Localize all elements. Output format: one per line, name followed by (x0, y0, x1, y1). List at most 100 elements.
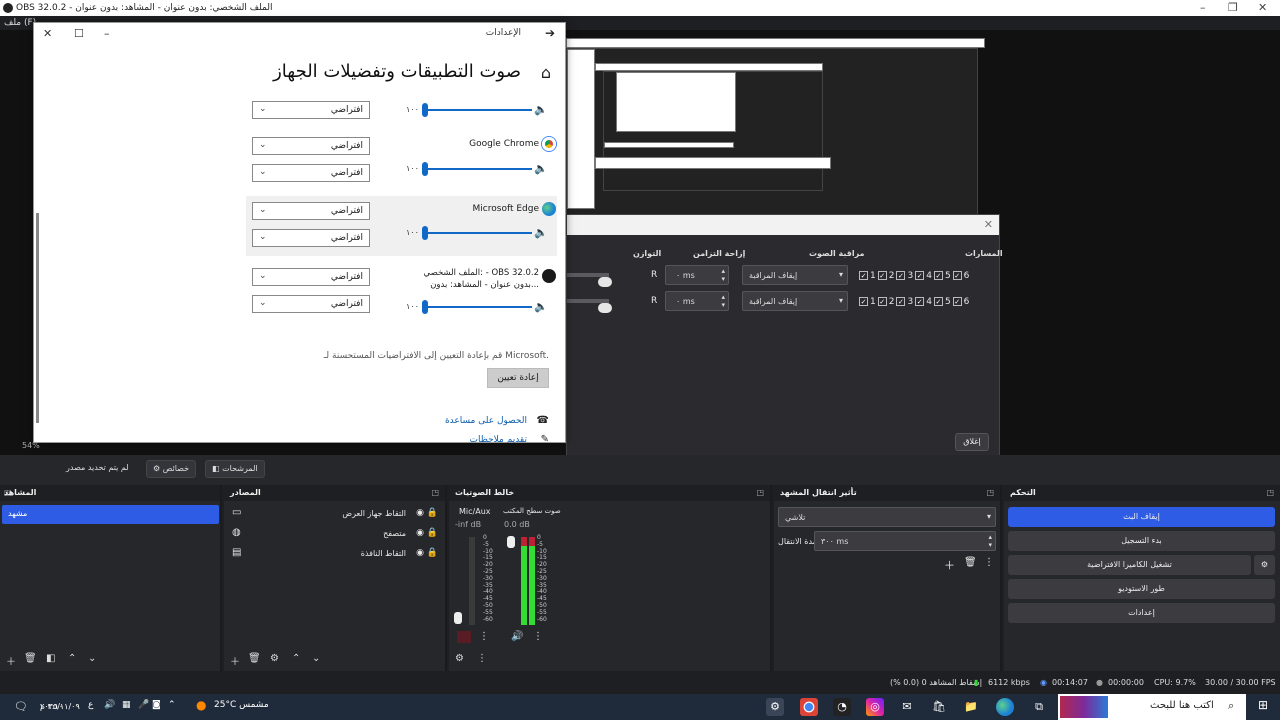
gear-icon[interactable]: ⚙ (455, 653, 464, 664)
arrow-up-icon[interactable]: ⌃ (292, 653, 300, 664)
track-checkboxes[interactable]: ✓ 1 ✓ 2 ✓ 3 ✓ 4 ✓ 5 ✓ 6 (857, 271, 969, 281)
lock-icon[interactable]: 🔒 (427, 528, 438, 538)
chrome-icon[interactable] (800, 698, 818, 716)
trash-icon[interactable]: 🗑 (964, 557, 977, 568)
volume-slider[interactable]: ١٠٠ 🔈 (406, 103, 548, 117)
arrow-down-icon[interactable]: ⌄ (312, 653, 320, 664)
output-device-select[interactable]: افتراضي ⌄ (252, 268, 370, 286)
mute-icon[interactable] (457, 631, 471, 643)
kebab-menu-icon[interactable]: ⋮ (479, 631, 489, 642)
properties-button[interactable]: ⚙ خصائص (146, 460, 197, 478)
volume-slider[interactable]: ١٠٠ 🔈 (406, 162, 548, 176)
close-icon[interactable]: ✕ (1258, 1, 1267, 14)
kebab-menu-icon[interactable]: ⋮ (533, 631, 543, 642)
balance-handle[interactable] (598, 277, 612, 287)
taskbar-search[interactable]: اكتب هنا للبحث ⌕ (1058, 694, 1246, 720)
close-icon[interactable]: ✕ (984, 218, 993, 231)
kebab-menu-icon[interactable]: ⋮ (984, 557, 994, 568)
windows-start-icon[interactable]: ⊞ (1258, 698, 1268, 712)
output-device-select[interactable]: افتراضي ⌄ (252, 101, 370, 119)
balance-slider[interactable] (567, 273, 612, 287)
add-icon[interactable]: ＋ (230, 653, 240, 668)
volume-slider[interactable]: ١٠٠ 🔈 (406, 226, 548, 240)
balance-handle[interactable] (598, 303, 612, 313)
start-recording-button[interactable]: بدء التسجيل (1008, 531, 1275, 551)
language-indicator[interactable]: ع (88, 700, 93, 710)
source-item[interactable]: ▤ التقاط النافذة ◉ 🔒 (232, 547, 442, 563)
monitoring-select[interactable]: إيقاف المراقبة ▾ (742, 265, 848, 285)
eye-icon[interactable]: ◉ (416, 508, 424, 518)
add-icon[interactable]: ＋ (944, 557, 955, 573)
input-device-select[interactable]: افتراضي ⌄ (252, 229, 370, 247)
mic-volume-fader[interactable] (454, 612, 462, 624)
track-checkboxes[interactable]: ✓ 1 ✓ 2 ✓ 3 ✓ 4 ✓ 5 ✓ 6 (857, 297, 969, 307)
output-device-select[interactable]: افتراضي ⌄ (252, 137, 370, 155)
instagram-icon[interactable]: ◎ (866, 698, 884, 716)
stop-streaming-button[interactable]: إيقاف البث (1008, 507, 1275, 527)
studio-mode-button[interactable]: طور الاستوديو (1008, 579, 1275, 599)
network-icon[interactable]: ▦ (122, 700, 131, 710)
scrollbar[interactable] (36, 213, 39, 423)
reset-button[interactable]: إعادة تعيين (487, 368, 549, 388)
float-icon[interactable]: ◳ (431, 488, 439, 497)
arrow-down-icon[interactable]: ⌄ (88, 653, 96, 664)
maximize-icon[interactable]: ❐ (1228, 1, 1238, 14)
sync-offset-spinbox[interactable]: ٠ ms ▴ ▾ (665, 291, 729, 311)
balance-slider[interactable] (567, 299, 612, 313)
volume-slider[interactable]: ١٠٠ 🔈 (406, 300, 548, 314)
folder-icon[interactable]: 📁 (962, 698, 980, 716)
home-icon[interactable]: ⌂ (541, 63, 551, 82)
monitoring-select[interactable]: إيقاف المراقبة ▾ (742, 291, 848, 311)
back-arrow-icon[interactable]: ➔ (545, 26, 555, 40)
float-icon[interactable]: ◳ (1266, 488, 1274, 497)
input-device-select[interactable]: افتراضي ⌄ (252, 295, 370, 313)
scene-item[interactable]: مشهد (2, 505, 219, 524)
float-icon[interactable]: ◳ (756, 488, 764, 497)
virtual-camera-button[interactable]: تشغيل الكاميرا الافتراضية (1008, 555, 1251, 575)
obs-icon[interactable]: ◔ (833, 698, 851, 716)
input-device-select[interactable]: افتراضي ⌄ (252, 164, 370, 182)
menu-file[interactable]: ملف (F) (4, 18, 36, 28)
source-item[interactable]: ▭ التقاط جهاز العرض ◉ 🔒 (232, 507, 442, 523)
help-link[interactable]: الحصول على مساعدة (445, 416, 527, 426)
source-item[interactable]: ◍ متصفح ◉ 🔒 (232, 527, 442, 543)
desktop-volume-fader[interactable] (507, 536, 515, 548)
speaker-icon[interactable]: 🔊 (511, 631, 523, 642)
task-view-icon[interactable]: ⧉ (1030, 698, 1048, 716)
microphone-icon[interactable]: 🎤 (138, 700, 149, 710)
eye-icon[interactable]: ◉ (416, 528, 424, 538)
transition-select[interactable]: تلاشي ▾ (778, 507, 996, 527)
arrow-up-icon[interactable]: ⌃ (68, 653, 76, 664)
virtual-camera-settings-button[interactable]: ⚙ (1254, 555, 1275, 575)
notifications-icon[interactable]: 🗨 (14, 700, 28, 713)
lock-icon[interactable]: 🔒 (427, 548, 438, 558)
lock-icon[interactable]: 🔒 (427, 508, 438, 518)
eye-icon[interactable]: ◉ (416, 548, 424, 558)
camera-icon[interactable]: ◙ (152, 700, 161, 710)
weather-text[interactable]: 25°C مشمس (214, 700, 269, 710)
store-icon[interactable]: 🛍 (930, 698, 948, 716)
sync-offset-spinbox[interactable]: ٠ ms ▴ ▾ (665, 265, 729, 285)
edge-icon[interactable] (996, 698, 1014, 716)
filters-button[interactable]: ◧ المرشحات (205, 460, 265, 478)
output-device-select[interactable]: افتراضي ⌄ (252, 202, 370, 220)
close-button[interactable]: إغلاق (955, 433, 989, 451)
duration-spinbox[interactable]: ٣٠٠ ms ▴ ▾ (814, 531, 996, 551)
minimize-icon[interactable]: – (1200, 1, 1206, 14)
mail-icon[interactable]: ✉ (898, 698, 916, 716)
kebab-menu-icon[interactable]: ⋮ (477, 653, 487, 664)
maximize-icon[interactable]: ☐ (74, 27, 84, 40)
filter-icon[interactable]: ◧ (46, 653, 55, 664)
settings-button[interactable]: إعدادات (1008, 603, 1275, 623)
chevron-up-icon[interactable]: ⌃ (168, 700, 176, 710)
minimize-icon[interactable]: – (104, 27, 110, 40)
trash-icon[interactable]: 🗑 (24, 653, 37, 664)
volume-icon[interactable]: 🔊 (104, 700, 115, 710)
float-icon[interactable]: ◳ (986, 488, 994, 497)
gear-icon[interactable]: ⚙ (270, 653, 279, 664)
close-icon[interactable]: ✕ (43, 27, 52, 40)
gear-icon[interactable]: ⚙ (766, 698, 784, 716)
add-icon[interactable]: ＋ (6, 653, 16, 668)
feedback-link[interactable]: تقديم ملاحظات (470, 435, 528, 443)
trash-icon[interactable]: 🗑 (248, 653, 261, 664)
